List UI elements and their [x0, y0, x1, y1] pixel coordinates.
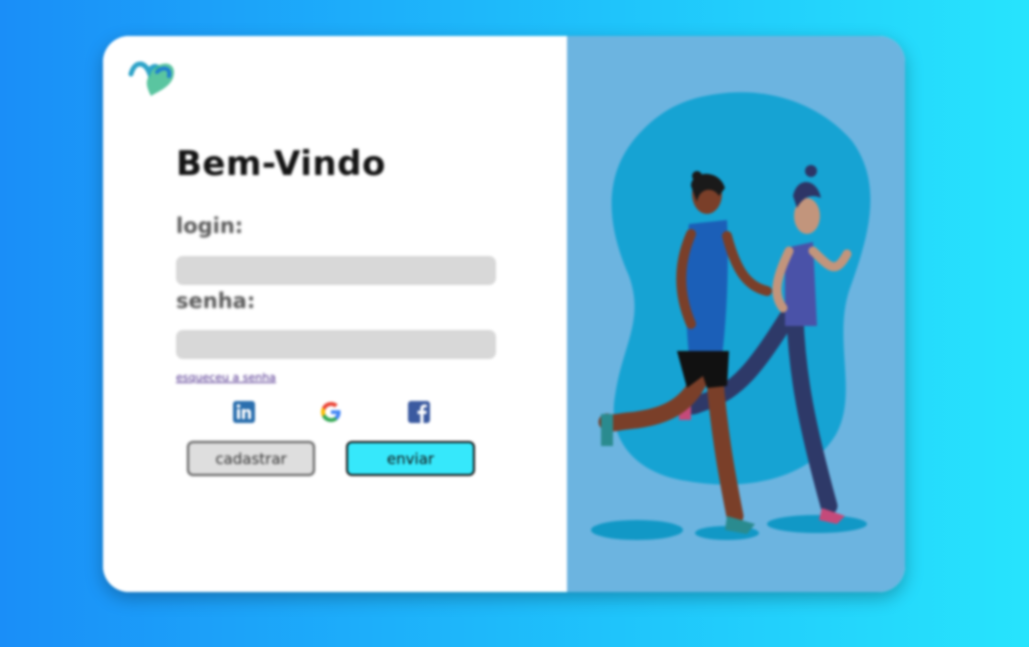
facebook-icon[interactable]	[407, 400, 431, 424]
register-button[interactable]: cadastrar	[187, 441, 315, 476]
page-title: Bem-Vindo	[176, 144, 386, 184]
illustration-panel	[567, 36, 905, 592]
login-card: Bem-Vindo login: senha: esqueceu a senha…	[103, 36, 905, 592]
login-panel: Bem-Vindo login: senha: esqueceu a senha…	[103, 36, 567, 592]
logo-icon	[128, 61, 175, 96]
ground-shadow	[767, 515, 867, 533]
forgot-password-link[interactable]: esqueceu a senha	[176, 371, 276, 384]
linkedin-icon[interactable]	[232, 400, 256, 424]
login-input[interactable]	[176, 256, 496, 285]
password-input[interactable]	[176, 330, 496, 359]
password-label: senha:	[176, 289, 256, 313]
ground-shadow	[591, 520, 683, 540]
google-icon[interactable]	[319, 400, 343, 424]
login-label: login:	[176, 214, 244, 238]
runners-illustration	[591, 92, 871, 540]
submit-button[interactable]: enviar	[346, 441, 475, 476]
